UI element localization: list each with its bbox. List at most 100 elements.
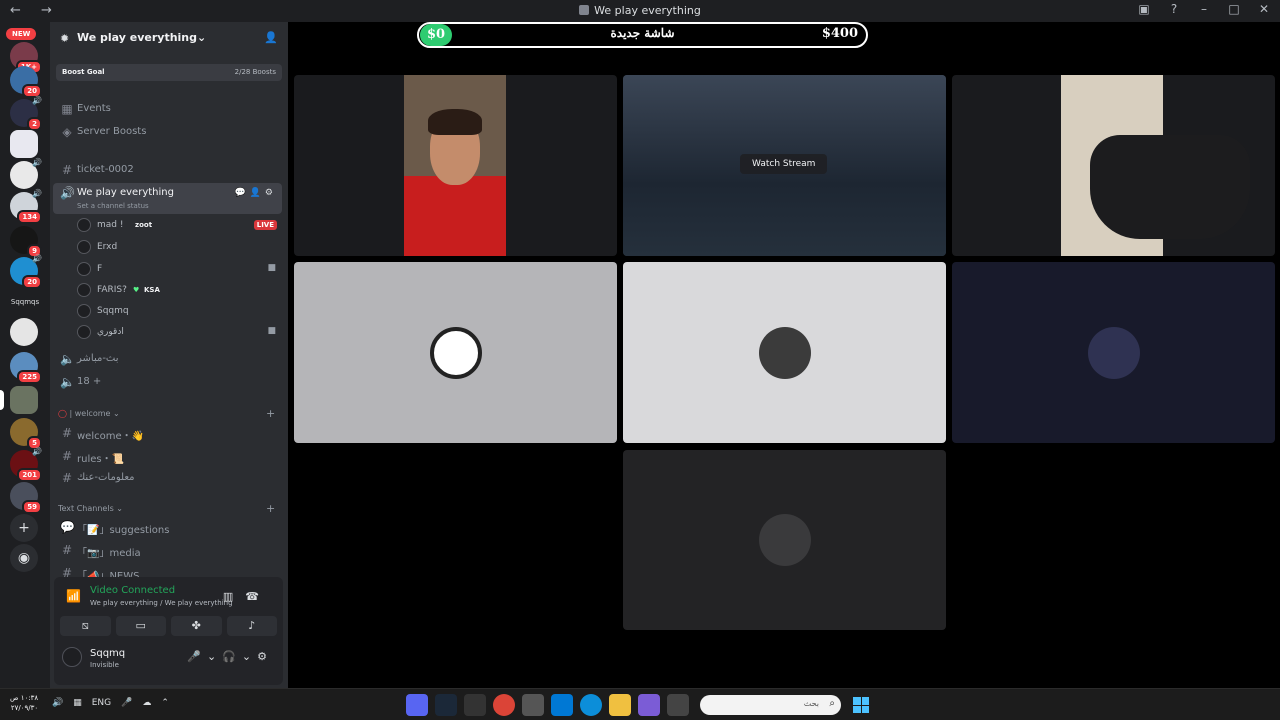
user-tile[interactable] xyxy=(294,262,617,443)
add-channel-icon[interactable]: + xyxy=(266,407,275,420)
add-channel-icon[interactable]: + xyxy=(266,502,275,515)
language-indicator[interactable]: ENG xyxy=(92,698,111,708)
app-icon[interactable] xyxy=(464,694,486,716)
voice-status[interactable]: Video Connected xyxy=(90,585,175,596)
search-box[interactable]: بحث ⌕ xyxy=(700,695,841,715)
microphone-icon[interactable]: 🎤 xyxy=(121,698,132,708)
server-icon[interactable]: 🔊 xyxy=(10,158,42,189)
video-tile[interactable] xyxy=(952,75,1275,256)
camera-feed xyxy=(404,75,506,256)
minimize-icon[interactable]: – xyxy=(1196,2,1212,16)
video-tile[interactable] xyxy=(294,75,617,256)
server-icon[interactable]: 20 xyxy=(10,66,42,98)
maximize-icon[interactable]: □ xyxy=(1226,2,1242,16)
search-icon: ⌕ xyxy=(829,698,835,709)
user-tile[interactable] xyxy=(623,262,946,443)
channel-info[interactable]: # معلومات-عنك xyxy=(50,468,288,488)
soundboard-button[interactable]: ♪ xyxy=(226,616,277,636)
server-icon[interactable]: 🔊 201 xyxy=(10,447,42,482)
voice-user[interactable]: FARIS? ♥ KSA xyxy=(77,281,282,301)
speaker-icon: 🔈 xyxy=(60,375,75,389)
speaker-icon: 🔈 xyxy=(60,352,75,366)
windows-start-icon[interactable] xyxy=(853,697,869,713)
user-status: Invisible xyxy=(90,661,119,669)
category-welcome[interactable]: ◯ | welcome ⌄ + xyxy=(58,407,275,420)
screen-share-icon[interactable]: ▣ xyxy=(1136,2,1152,16)
store-app-icon[interactable] xyxy=(551,694,573,716)
voice-user[interactable]: mad ! zoot LIVE xyxy=(77,216,282,236)
server-icon[interactable]: 🔊 2 xyxy=(10,96,42,131)
voice-user[interactable]: F ■ xyxy=(77,260,282,280)
invite-icon[interactable]: 👤 xyxy=(264,31,278,44)
new-badge: NEW xyxy=(6,28,37,40)
user-controls[interactable]: 🎤⌄🎧⌄⚙ xyxy=(187,650,273,663)
watch-stream-button[interactable]: Watch Stream xyxy=(740,154,828,174)
server-icon[interactable]: 59 xyxy=(10,482,42,514)
steam-app-icon[interactable] xyxy=(435,694,457,716)
channel-welcome[interactable]: # welcome・👋 xyxy=(50,423,288,443)
server-icon[interactable] xyxy=(10,318,38,346)
edge-app-icon[interactable] xyxy=(580,694,602,716)
server-icon[interactable]: 225 xyxy=(10,352,42,384)
signal-icon[interactable]: 📶 xyxy=(66,589,81,603)
user-tile[interactable] xyxy=(952,262,1275,443)
add-server-icon[interactable]: + xyxy=(10,514,38,542)
server-icon[interactable]: 9 xyxy=(10,226,42,258)
chevron-up-icon[interactable]: ⌃ xyxy=(161,698,169,708)
voice-controls[interactable]: ▥☎ xyxy=(223,590,271,603)
voice-path[interactable]: We play everything / We play everything xyxy=(90,599,233,607)
avatar xyxy=(77,283,91,297)
server-icon[interactable] xyxy=(10,130,38,158)
app-icon[interactable] xyxy=(522,694,544,716)
cloud-icon[interactable]: ☁ xyxy=(142,698,151,708)
guild-header[interactable]: ✹ We play everything ⌄ 👤 xyxy=(50,22,288,54)
channel-server-boosts[interactable]: ◈ Server Boosts xyxy=(50,122,288,142)
channel-media[interactable]: # 「📷」media xyxy=(50,540,288,560)
avatar xyxy=(77,240,91,254)
controller-icon xyxy=(1090,135,1250,239)
avatar[interactable] xyxy=(62,647,82,667)
voice-channel-active[interactable]: 🔊 We play everything Set a channel statu… xyxy=(53,183,282,214)
voice-channel[interactable]: 🔈 18 + xyxy=(50,372,288,392)
voice-user[interactable]: Sqqmq xyxy=(77,302,282,322)
folder-app-icon[interactable] xyxy=(609,694,631,716)
discord-app-icon[interactable] xyxy=(406,694,428,716)
voice-user[interactable]: Erxd xyxy=(77,238,282,258)
channel-suggestions[interactable]: 💬 「📝」suggestions xyxy=(50,517,288,537)
voice-channel[interactable]: 🔈 بث-مباشر xyxy=(50,349,288,369)
guild-name: We play everything xyxy=(77,31,198,44)
calendar-icon: ▦ xyxy=(61,102,73,116)
help-icon[interactable]: ? xyxy=(1166,2,1182,16)
clock[interactable]: ١٠:٣٨ ص ٢٧/٠٩/٣٠ xyxy=(10,693,38,713)
close-icon[interactable]: ✕ xyxy=(1256,2,1272,16)
user-tile[interactable] xyxy=(623,450,946,630)
hash-icon: # xyxy=(61,426,73,440)
guild-badge-icon: ✹ xyxy=(60,32,70,45)
voice-channel-tools[interactable]: 💬👤⚙ xyxy=(235,188,277,198)
chrome-app-icon[interactable] xyxy=(493,694,515,716)
username[interactable]: Sqqmq xyxy=(90,648,125,659)
channel-events[interactable]: ▦ Events xyxy=(50,99,288,119)
server-text[interactable]: Sqqmqs xyxy=(4,298,46,306)
camera-off-button[interactable]: ⧅ xyxy=(60,616,111,636)
channel-sidebar: ✹ We play everything ⌄ 👤 Boost Goal 2/28… xyxy=(50,22,288,688)
activities-button[interactable]: ✤ xyxy=(171,616,222,636)
speaker-icon: 🔊 xyxy=(32,447,42,456)
screen-share-button[interactable]: ▭ xyxy=(115,616,166,636)
discover-icon[interactable]: ◉ xyxy=(10,544,38,572)
server-icon[interactable] xyxy=(10,386,38,414)
boost-goal[interactable]: Boost Goal 2/28 Boosts xyxy=(56,64,282,81)
app-icon[interactable] xyxy=(667,694,689,716)
volume-icon[interactable]: 🔊 xyxy=(52,698,63,708)
avatar xyxy=(77,262,91,276)
category-text-channels[interactable]: Text Channels ⌄ + xyxy=(58,502,275,515)
server-icon[interactable]: 🔊 20 xyxy=(10,254,42,289)
server-icon[interactable]: 🔊 134 xyxy=(10,189,42,224)
voice-user[interactable]: ادقوري ■ xyxy=(77,323,282,343)
stream-tile[interactable]: Watch Stream xyxy=(623,75,946,256)
channel-ticket[interactable]: # ticket-0002 xyxy=(50,160,288,180)
channel-rules[interactable]: # rules・📜 xyxy=(50,446,288,466)
app-icon[interactable] xyxy=(638,694,660,716)
server-icon[interactable]: 5 xyxy=(10,418,42,450)
network-icon[interactable]: ▦ xyxy=(73,698,82,708)
